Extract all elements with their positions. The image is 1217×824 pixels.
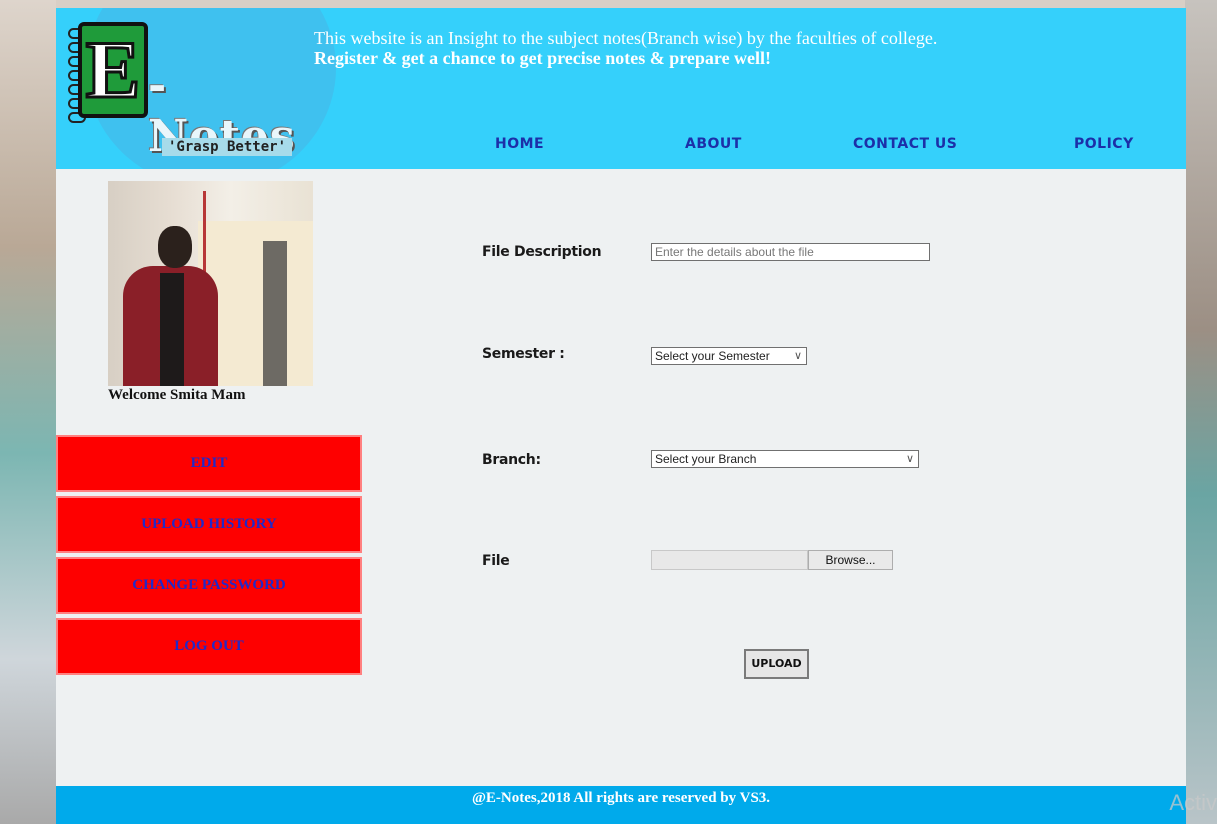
header-line-2: Register & get a chance to get precise n…	[314, 48, 772, 68]
file-label: File	[482, 553, 510, 569]
header-line-1: This website is an Insight to the subjec…	[314, 28, 938, 48]
nav-contact-us[interactable]: CONTACT US	[853, 136, 957, 152]
change-password-button[interactable]: CHANGE PASSWORD	[56, 557, 362, 614]
site-header: E -Notes 'Grasp Better' This website is …	[56, 8, 1186, 169]
page-container: E -Notes 'Grasp Better' This website is …	[56, 8, 1186, 824]
activation-watermark: Activ	[1169, 790, 1217, 815]
file-description-input[interactable]: Enter the details about the file	[651, 243, 930, 261]
browse-button[interactable]: Browse...	[808, 550, 893, 570]
file-path-field[interactable]	[651, 550, 808, 570]
sidebar-menu: EDIT UPLOAD HISTORY CHANGE PASSWORD LOG …	[56, 435, 362, 679]
branch-select-value: Select your Branch	[655, 452, 757, 466]
footer-text: @E-Notes,2018 All rights are reserved by…	[471, 790, 771, 806]
semester-label: Semester :	[482, 346, 565, 362]
nav-about[interactable]: ABOUT	[685, 136, 742, 152]
nav-policy[interactable]: POLICY	[1074, 136, 1134, 152]
welcome-text: Welcome Smita Mam	[108, 387, 246, 403]
edit-button[interactable]: EDIT	[56, 435, 362, 492]
upload-button[interactable]: UPLOAD	[744, 649, 809, 679]
semester-select-value: Select your Semester	[655, 349, 770, 363]
semester-select[interactable]: Select your Semester	[651, 347, 807, 365]
header-intro: This website is an Insight to the subjec…	[314, 28, 937, 68]
file-input[interactable]: Browse...	[651, 550, 893, 570]
upload-form: File Description Enter the details about…	[476, 169, 1176, 729]
branch-select[interactable]: Select your Branch	[651, 450, 919, 468]
profile-photo	[108, 181, 313, 386]
main-nav: HOME ABOUT CONTACT US POLICY	[56, 136, 1186, 166]
log-out-button[interactable]: LOG OUT	[56, 618, 362, 675]
upload-history-button[interactable]: UPLOAD HISTORY	[56, 496, 362, 553]
nav-home[interactable]: HOME	[495, 136, 544, 152]
logo-letter: E	[78, 22, 148, 118]
file-description-label: File Description	[482, 244, 602, 260]
site-footer: @E-Notes,2018 All rights are reserved by…	[56, 786, 1186, 824]
branch-label: Branch:	[482, 452, 541, 468]
